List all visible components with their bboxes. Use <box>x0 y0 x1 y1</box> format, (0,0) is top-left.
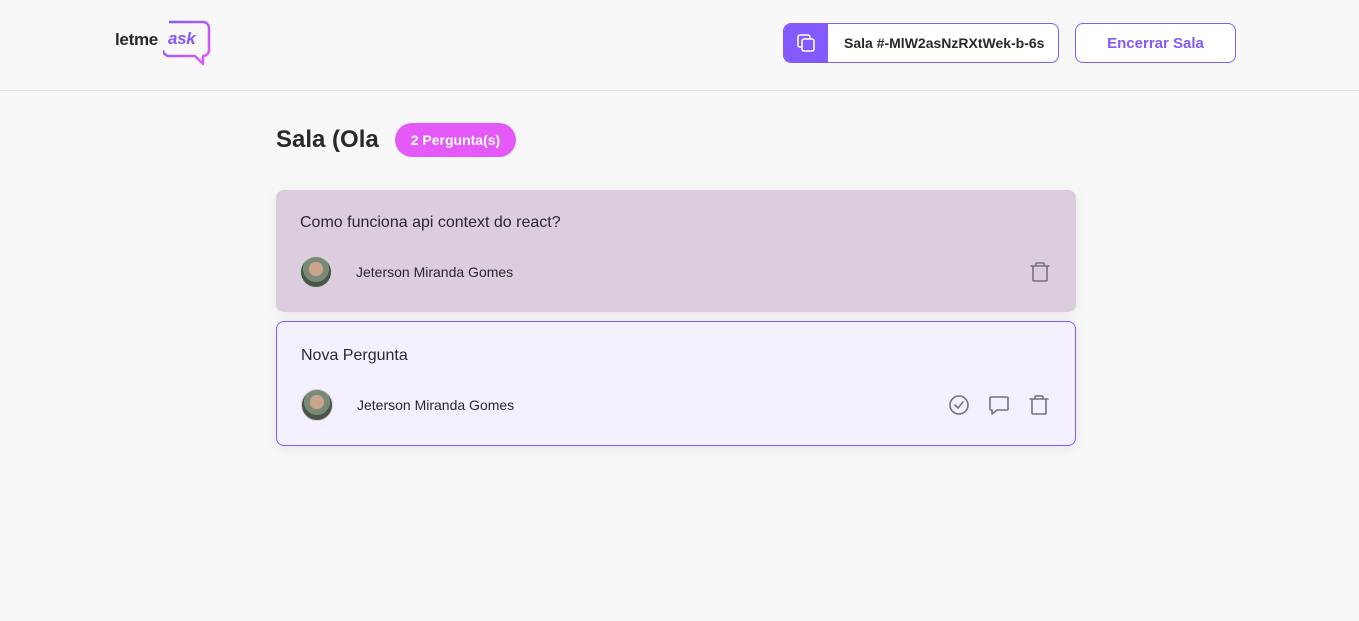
question-content: Como funciona api context do react? <box>300 214 561 231</box>
user-info: Jeterson Miranda Gomes <box>300 256 513 288</box>
logo-text-ask: ask <box>168 29 196 48</box>
room-code-label: Sala #-MlW2asNzRXtWek-b-6s <box>844 35 1045 51</box>
question-card: Como funciona api context do react? Jete… <box>276 190 1076 312</box>
trash-icon <box>1030 262 1050 282</box>
trash-icon <box>1029 395 1049 415</box>
highlight-question-button[interactable] <box>987 393 1011 417</box>
avatar <box>300 256 332 288</box>
question-content: Nova Pergunta <box>301 347 408 364</box>
copy-icon <box>797 34 815 52</box>
page-title: Sala (Ola <box>276 126 379 153</box>
check-circle-icon <box>949 395 969 415</box>
user-name: Jeterson Miranda Gomes <box>357 397 515 413</box>
delete-question-button[interactable] <box>1027 393 1051 417</box>
user-info: Jeterson Miranda Gomes <box>301 389 514 421</box>
avatar <box>301 389 333 421</box>
header: letme ask Sala #-MlW2asNzRXtWek-b-6s Enc… <box>0 0 1359 91</box>
user-name: Jeterson Miranda Gomes <box>356 264 514 280</box>
logo: letme ask <box>115 20 211 66</box>
question-actions <box>1028 260 1052 284</box>
delete-question-button[interactable] <box>1028 260 1052 284</box>
mark-answered-button[interactable] <box>947 393 971 417</box>
logo-text-letme: letme <box>115 30 158 49</box>
room-code-button[interactable]: Sala #-MlW2asNzRXtWek-b-6s <box>783 23 1059 63</box>
chat-icon <box>989 396 1009 415</box>
close-room-button[interactable]: Encerrar Sala <box>1075 23 1236 63</box>
question-actions <box>947 393 1051 417</box>
question-footer: Jeterson Miranda Gomes <box>300 256 1052 288</box>
room-title-row: Sala (Ola 2 Pergunta(s) <box>276 123 517 157</box>
question-count-badge: 2 Pergunta(s) <box>394 123 517 157</box>
question-footer: Jeterson Miranda Gomes <box>301 389 1051 421</box>
copy-icon-box <box>784 24 828 62</box>
question-card: Nova Pergunta Jeterson Miranda Gomes <box>276 321 1076 446</box>
